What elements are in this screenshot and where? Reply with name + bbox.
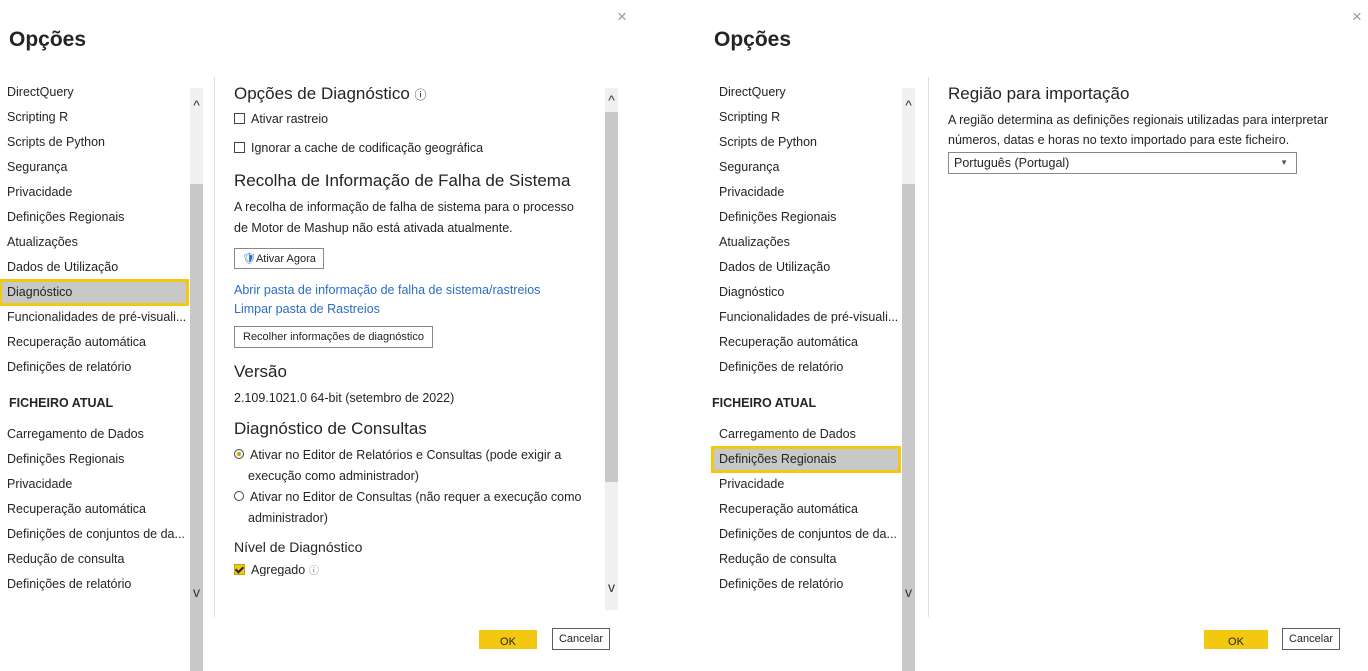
sidebar-item-atualizacoes[interactable]: Atualizações xyxy=(0,230,188,255)
sidebar-item-privacidade[interactable]: Privacidade xyxy=(712,180,900,205)
sidebar-item-funcionalidades-de-pre-visuali[interactable]: Funcionalidades de pré-visuali... xyxy=(712,305,900,330)
sidebar-item-recuperacao-automatica[interactable]: Recuperação automática xyxy=(0,330,188,355)
sidebar-nav: DirectQuery Scripting R Scripts de Python S… xyxy=(711,80,901,597)
sidebar-item-privacidade[interactable]: Privacidade xyxy=(712,472,900,497)
shield-icon: 🛡 xyxy=(242,253,256,265)
sidebar-item-scripting-r[interactable]: Scripting R xyxy=(0,105,188,130)
sidebar-item-seguranca[interactable]: Segurança xyxy=(0,155,188,180)
sidebar-item-dados-de-utilizacao[interactable]: Dados de Utilização xyxy=(0,255,188,280)
chevron-down-icon[interactable]: v xyxy=(901,585,916,600)
sidebar-item-recuperacao-automatica[interactable]: Recuperação automática xyxy=(0,497,188,522)
version-text: 2.109.1021.0 64-bit (setembro de 2022) xyxy=(234,391,455,405)
sidebar-nav: DirectQuery Scripting R Scripts de Python S… xyxy=(0,80,189,597)
sidebar-item-definicoes-regionais[interactable]: Definições Regionais xyxy=(712,205,900,230)
nav-global-section: DirectQuery Scripting R Scripts de Python S… xyxy=(712,80,900,380)
sidebar-item-carregamento-de-dados[interactable]: Carregamento de Dados xyxy=(0,422,188,447)
section-title-region: Região para importação xyxy=(948,84,1130,103)
sidebar-item-definicoes-regionais[interactable]: Definições Regionais xyxy=(0,205,188,230)
ok-button[interactable]: OK xyxy=(479,630,537,649)
checkbox-icon[interactable] xyxy=(234,113,245,124)
checkbox-aggregate[interactable]: Agregado ⓘ xyxy=(234,562,599,576)
sidebar-item-directquery[interactable]: DirectQuery xyxy=(712,80,900,105)
sidebar-item-definicoes-regionais[interactable]: Definições Regionais xyxy=(0,447,188,472)
checkbox-icon[interactable] xyxy=(234,142,245,153)
sidebar-item-privacidade[interactable]: Privacidade xyxy=(0,472,188,497)
nav-global-section: DirectQuery Scripting R Scripts de Python S… xyxy=(0,80,189,380)
ok-button[interactable]: OK xyxy=(1204,630,1268,649)
sidebar-item-definicoes-de-relatorio[interactable]: Definições de relatório xyxy=(0,572,188,597)
clear-traces-link[interactable]: Limpar pasta de Rastreios xyxy=(234,302,599,316)
section-title-crash: Recolha de Informação de Falha de Sistem… xyxy=(234,171,571,190)
nav-file-section: Carregamento de Dados Definições Regionai… xyxy=(711,422,901,597)
radio-query-editor[interactable]: Ativar no Editor de Consultas (não reque… xyxy=(234,487,599,529)
crash-description: A recolha de informação de falha de sist… xyxy=(234,200,574,235)
radio-icon[interactable] xyxy=(234,449,244,459)
sidebar-item-privacidade[interactable]: Privacidade xyxy=(0,180,188,205)
section-title-query-diagnostics: Diagnóstico de Consultas xyxy=(234,419,427,438)
sidebar-item-recuperacao-automatica[interactable]: Recuperação automática xyxy=(712,330,900,355)
sidebar-item-scripts-de-python[interactable]: Scripts de Python xyxy=(0,130,188,155)
sidebar-item-reducao-de-consulta[interactable]: Redução de consulta xyxy=(0,547,188,572)
regional-content: Região para importação A região determin… xyxy=(948,84,1348,150)
scrollbar-thumb[interactable] xyxy=(605,112,618,482)
close-icon[interactable]: × xyxy=(1352,8,1362,25)
dialog-title: Opções xyxy=(714,28,792,51)
collect-diagnostics-button[interactable]: Recolher informações de diagnóstico xyxy=(234,326,433,348)
radio-icon[interactable] xyxy=(234,491,244,501)
sidebar-item-scripting-r[interactable]: Scripting R xyxy=(712,105,900,130)
sidebar-item-definicoes-de-relatorio[interactable]: Definições de relatório xyxy=(0,355,188,380)
chevron-up-icon[interactable]: ^ xyxy=(901,98,916,113)
radio-report-editor[interactable]: Ativar no Editor de Relatórios e Consult… xyxy=(234,445,599,487)
options-dialog-diagnostics: Opções × DirectQuery Scripting R Scripts d… xyxy=(0,0,650,671)
nav-file-section: Carregamento de Dados Definições Regionai… xyxy=(0,422,188,597)
cancel-button[interactable]: Cancelar xyxy=(1282,628,1340,650)
sidebar-item-seguranca[interactable]: Segurança xyxy=(712,155,900,180)
sidebar-item-definicoes-de-conjuntos-de-da[interactable]: Definições de conjuntos de da... xyxy=(0,522,188,547)
section-title-version: Versão xyxy=(234,362,287,381)
sidebar-item-reducao-de-consulta[interactable]: Redução de consulta xyxy=(712,547,900,572)
checkbox-geo-cache[interactable]: Ignorar a cache de codificação geográfic… xyxy=(234,141,599,155)
sidebar-item-definicoes-regionais[interactable]: Definições Regionais xyxy=(711,446,901,473)
close-icon[interactable]: × xyxy=(617,8,627,25)
sidebar-item-definicoes-de-relatorio[interactable]: Definições de relatório xyxy=(712,572,900,597)
chevron-down-icon[interactable]: v xyxy=(189,585,204,600)
dialog-title: Opções xyxy=(9,28,87,51)
sidebar-item-definicoes-de-conjuntos-de-da[interactable]: Definições de conjuntos de da... xyxy=(712,522,900,547)
divider xyxy=(928,77,929,617)
checkbox-checked-icon[interactable] xyxy=(234,564,245,575)
cancel-button[interactable]: Cancelar xyxy=(552,628,610,650)
nav-section-header: FICHEIRO ATUAL xyxy=(712,396,817,410)
divider xyxy=(214,77,215,617)
nav-section-header: FICHEIRO ATUAL xyxy=(9,396,114,410)
enable-now-button[interactable]: 🛡Ativar Agora xyxy=(234,248,324,269)
chevron-down-icon[interactable]: v xyxy=(604,580,619,595)
region-description: A região determina as definições regiona… xyxy=(948,113,1329,147)
options-dialog-regional: Opções × DirectQuery Scripting R Scripts d… xyxy=(704,0,1368,671)
sidebar-item-diagnostico[interactable]: Diagnóstico xyxy=(712,280,900,305)
content-scrollbar[interactable]: ^ v xyxy=(605,88,618,610)
diagnostics-content: Opções de Diagnóstico ⓘ Ativar rastreio … xyxy=(234,84,599,576)
section-title-diagnostics: Opções de Diagnóstico ⓘ xyxy=(234,84,427,103)
section-title-level: Nível de Diagnóstico xyxy=(234,539,363,555)
sidebar-item-carregamento-de-dados[interactable]: Carregamento de Dados xyxy=(712,422,900,447)
checkbox-trace[interactable]: Ativar rastreio xyxy=(234,112,599,126)
sidebar-item-directquery[interactable]: DirectQuery xyxy=(0,80,188,105)
sidebar-item-definicoes-de-relatorio[interactable]: Definições de relatório xyxy=(712,355,900,380)
open-crash-folder-link[interactable]: Abrir pasta de informação de falha de si… xyxy=(234,283,599,297)
sidebar-item-atualizacoes[interactable]: Atualizações xyxy=(712,230,900,255)
info-icon: ⓘ xyxy=(308,566,319,576)
sidebar-scrollbar[interactable]: ^ v xyxy=(189,88,204,671)
region-select[interactable]: Português (Portugal) ▼ xyxy=(948,152,1297,174)
sidebar-scrollbar[interactable]: ^ v xyxy=(901,88,916,671)
sidebar-item-funcionalidades-de-pre-visuali[interactable]: Funcionalidades de pré-visuali... xyxy=(0,305,188,330)
sidebar-item-diagnostico[interactable]: Diagnóstico xyxy=(0,279,189,306)
chevron-up-icon[interactable]: ^ xyxy=(604,93,619,108)
sidebar-item-scripts-de-python[interactable]: Scripts de Python xyxy=(712,130,900,155)
sidebar-item-recuperacao-automatica[interactable]: Recuperação automática xyxy=(712,497,900,522)
chevron-down-icon: ▼ xyxy=(1280,158,1288,167)
chevron-up-icon[interactable]: ^ xyxy=(189,98,204,113)
info-icon: ⓘ xyxy=(414,88,427,102)
sidebar-item-dados-de-utilizacao[interactable]: Dados de Utilização xyxy=(712,255,900,280)
